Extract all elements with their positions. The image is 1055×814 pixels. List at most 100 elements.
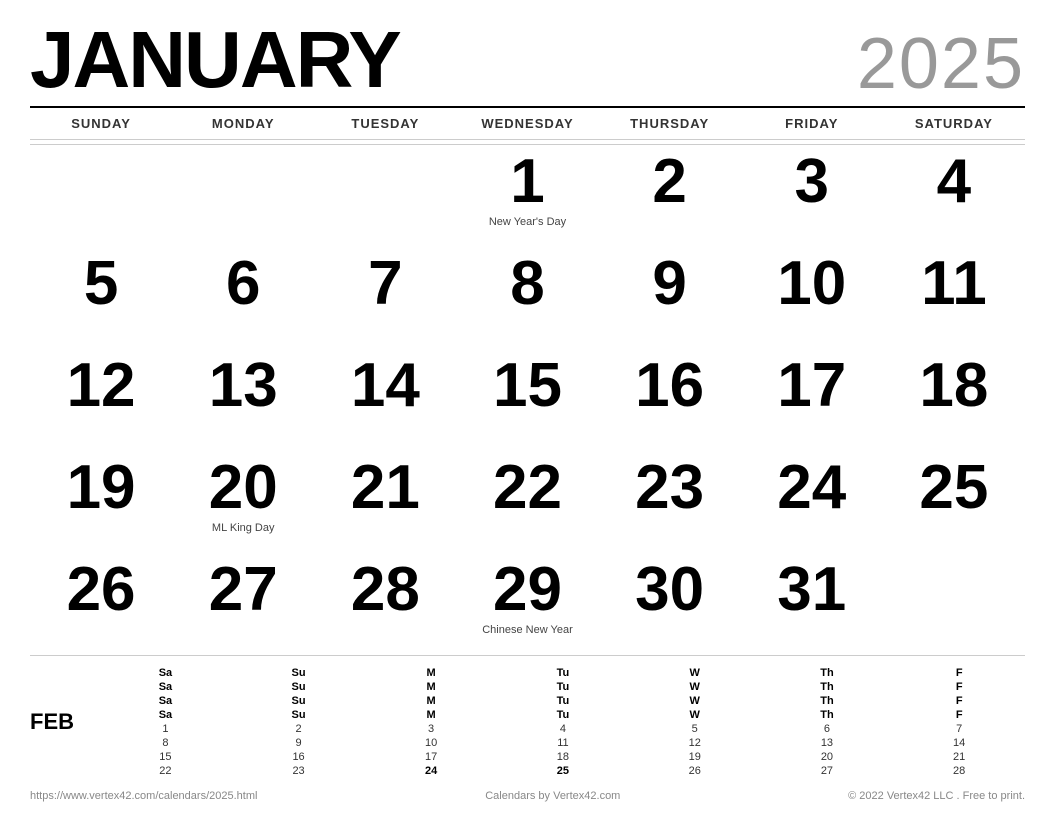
day-number: 4: [937, 151, 971, 213]
cal-cell: 18: [883, 349, 1025, 451]
footer-url: https://www.vertex42.com/calendars/2025.…: [30, 790, 257, 802]
mini-header: Sa: [99, 666, 232, 680]
day-number: 10: [777, 253, 846, 315]
mini-day: 20: [761, 750, 894, 764]
mini-day: 25: [497, 764, 629, 778]
cal-cell: 30: [599, 553, 741, 655]
cal-cell: 26: [30, 553, 172, 655]
mini-header: M: [365, 680, 497, 694]
day-number: 27: [209, 559, 278, 621]
mini-grid: SaSuMTuWThFSaSuMTuWThFSaSuMTuWThFSaSuMTu…: [99, 666, 1025, 778]
mini-header: F: [893, 680, 1025, 694]
cal-cell: 19: [30, 451, 172, 553]
day-header-saturday: SATURDAY: [883, 112, 1025, 135]
mini-header: Tu: [497, 666, 629, 680]
day-number: 11: [921, 253, 987, 315]
mini-day: 12: [629, 736, 761, 750]
cal-cell: 12: [30, 349, 172, 451]
mini-day: 1: [99, 722, 232, 736]
mini-day: 14: [893, 736, 1025, 750]
mini-day: 2: [232, 722, 365, 736]
cal-cell: 14: [314, 349, 456, 451]
year-title: 2025: [857, 28, 1025, 100]
day-header-wednesday: WEDNESDAY: [456, 112, 598, 135]
mini-header: W: [629, 680, 761, 694]
mini-day: 5: [629, 722, 761, 736]
mini-day: 10: [365, 736, 497, 750]
day-number: 14: [351, 355, 420, 417]
day-number: 16: [635, 355, 704, 417]
cal-cell: 4: [883, 145, 1025, 247]
cal-cell: 20 ML King Day: [172, 451, 314, 553]
day-header-tuesday: TUESDAY: [314, 112, 456, 135]
cal-cell: [30, 145, 172, 247]
day-number: 12: [67, 355, 136, 417]
mini-day: 19: [629, 750, 761, 764]
day-header-sunday: SUNDAY: [30, 112, 172, 135]
mini-day: 23: [232, 764, 365, 778]
cal-cell: 2: [599, 145, 741, 247]
day-number: 28: [351, 559, 420, 621]
footer-right: © 2022 Vertex42 LLC . Free to print.: [848, 790, 1025, 802]
cal-cell: 7: [314, 247, 456, 349]
cal-cell: 15: [456, 349, 598, 451]
cal-cell: 28: [314, 553, 456, 655]
mini-header: F: [893, 666, 1025, 680]
cal-cell: 24: [741, 451, 883, 553]
day-number: 3: [795, 151, 829, 213]
cal-cell: 11: [883, 247, 1025, 349]
footer-center: Calendars by Vertex42.com: [485, 790, 620, 802]
mini-day: 8: [99, 736, 232, 750]
mini-day: 3: [365, 722, 497, 736]
day-number: 20: [209, 457, 278, 519]
cal-cell: 13: [172, 349, 314, 451]
mini-header: M: [365, 666, 497, 680]
calendar-grid: 1New Year's Day2345678910111213141516171…: [30, 144, 1025, 655]
mini-header: F: [893, 694, 1025, 708]
mini-header: Su: [232, 694, 365, 708]
cal-cell: 23: [599, 451, 741, 553]
mini-header: M: [365, 708, 497, 722]
mini-day: 18: [497, 750, 629, 764]
mini-header: Tu: [497, 708, 629, 722]
day-number: 2: [652, 151, 686, 213]
cal-cell: 25: [883, 451, 1025, 553]
mini-header: M: [365, 694, 497, 708]
mini-month-label: FEB: [30, 709, 85, 735]
day-headers-row: SUNDAYMONDAYTUESDAYWEDNESDAYTHURSDAYFRID…: [30, 106, 1025, 140]
cal-cell: 3: [741, 145, 883, 247]
mini-header: F: [893, 708, 1025, 722]
day-number: 13: [209, 355, 278, 417]
mini-day: 17: [365, 750, 497, 764]
cal-cell: 21: [314, 451, 456, 553]
mini-day: 21: [893, 750, 1025, 764]
cal-cell: 8: [456, 247, 598, 349]
holiday-label: ML King Day: [212, 521, 275, 535]
mini-header: Th: [761, 666, 894, 680]
mini-header: Tu: [497, 680, 629, 694]
day-header-thursday: THURSDAY: [599, 112, 741, 135]
mini-header: W: [629, 708, 761, 722]
cal-cell: 22: [456, 451, 598, 553]
mini-header: Sa: [99, 680, 232, 694]
mini-header: Sa: [99, 694, 232, 708]
holiday-label: New Year's Day: [489, 215, 566, 229]
day-number: 29: [493, 559, 562, 621]
mini-day: 7: [893, 722, 1025, 736]
mini-day: 9: [232, 736, 365, 750]
mini-header: W: [629, 666, 761, 680]
cal-cell: 29Chinese New Year: [456, 553, 598, 655]
mini-day: 24: [365, 764, 497, 778]
mini-day: 27: [761, 764, 894, 778]
cal-cell: 27: [172, 553, 314, 655]
mini-header: Su: [232, 680, 365, 694]
mini-day: 28: [893, 764, 1025, 778]
mini-day: 4: [497, 722, 629, 736]
cal-cell: 6: [172, 247, 314, 349]
calendar-footer: https://www.vertex42.com/calendars/2025.…: [30, 784, 1025, 804]
mini-header: Th: [761, 694, 894, 708]
mini-header: Su: [232, 708, 365, 722]
day-number: 7: [368, 253, 402, 315]
cal-cell: 1New Year's Day: [456, 145, 598, 247]
cal-cell: 17: [741, 349, 883, 451]
